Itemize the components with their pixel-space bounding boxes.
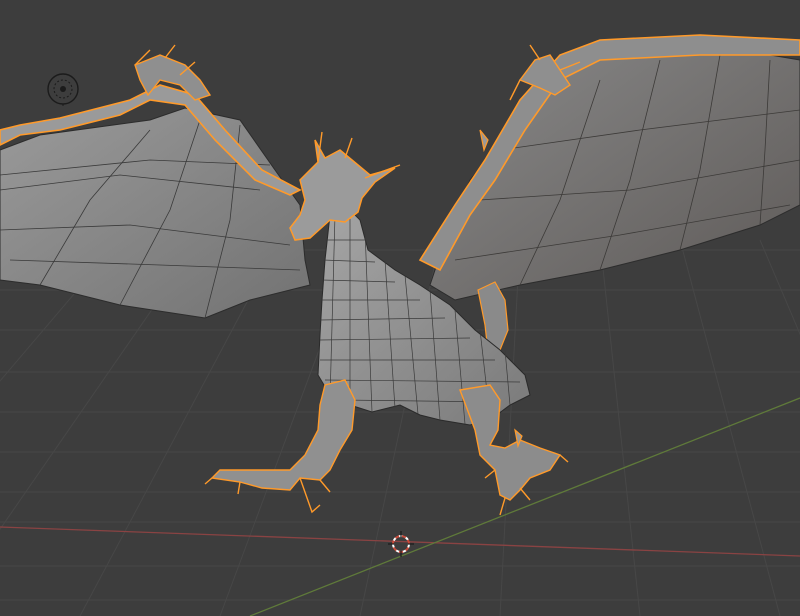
right-wing-spur[interactable] (479, 129, 489, 153)
3d-cursor-icon[interactable] (388, 531, 414, 557)
front-left-leg[interactable] (210, 379, 356, 491)
viewport-scene[interactable] (0, 0, 800, 616)
left-wing-membrane[interactable] (0, 107, 311, 319)
3d-viewport[interactable] (0, 0, 800, 616)
light-icon[interactable] (46, 72, 80, 106)
dragon-mesh[interactable] (0, 34, 800, 516)
